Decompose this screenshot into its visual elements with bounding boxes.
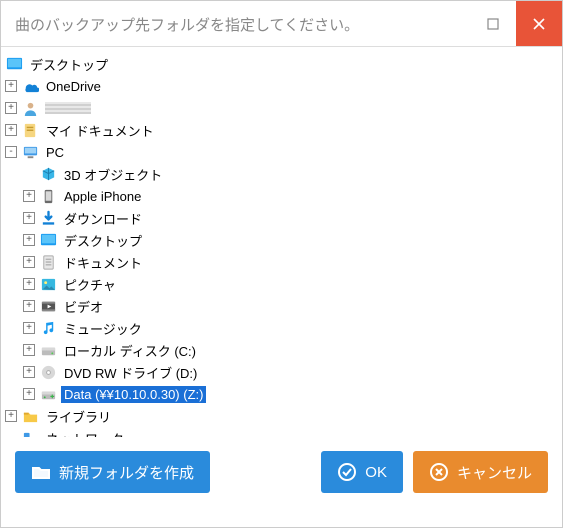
expand-toggle[interactable]: +	[5, 124, 17, 136]
tree-row[interactable]: + デスクトップ	[5, 229, 558, 251]
onedrive-icon	[21, 78, 39, 95]
tree-row[interactable]: + ピクチャ	[5, 273, 558, 295]
expand-toggle[interactable]: +	[5, 102, 17, 114]
dvd-icon	[39, 364, 57, 381]
expand-toggle[interactable]: -	[5, 146, 17, 158]
tree-row[interactable]: ネットワーク	[5, 427, 558, 437]
tree-label: ネットワーク	[43, 428, 127, 438]
tree-row[interactable]: +	[5, 97, 558, 119]
tree-row[interactable]: + ビデオ	[5, 295, 558, 317]
tree-row[interactable]: + ローカル ディスク (C:)	[5, 339, 558, 361]
new-folder-button[interactable]: 新規フォルダを作成	[15, 451, 210, 493]
tree-row[interactable]: + OneDrive	[5, 75, 558, 97]
tree-label: マイ ドキュメント	[43, 120, 157, 141]
minimize-button[interactable]	[470, 1, 516, 46]
expand-toggle[interactable]: +	[23, 300, 35, 312]
tree-row[interactable]: 3D オブジェクト	[5, 163, 558, 185]
folder-plus-icon	[31, 462, 51, 482]
expand-toggle[interactable]: +	[23, 234, 35, 246]
expand-toggle[interactable]: +	[23, 344, 35, 356]
cancel-button[interactable]: キャンセル	[413, 451, 548, 493]
tree-row[interactable]: + マイ ドキュメント	[5, 119, 558, 141]
expand-toggle[interactable]: +	[5, 410, 17, 422]
tree-label: ダウンロード	[61, 208, 145, 229]
expand-toggle[interactable]: +	[5, 80, 17, 92]
user-icon	[21, 100, 39, 117]
music-icon	[39, 320, 57, 337]
pic-icon	[39, 276, 57, 293]
tree-label: ドキュメント	[61, 252, 145, 273]
expand-toggle[interactable]: +	[23, 256, 35, 268]
folder-tree[interactable]: デスクトップ +OneDrive++マイ ドキュメント-PC3D オブジェクト+…	[1, 47, 562, 437]
tree-label: ローカル ディスク (C:)	[61, 340, 199, 361]
title-bar: 曲のバックアップ先フォルダを指定してください。	[1, 1, 562, 47]
mydocs-icon	[21, 122, 39, 139]
tree-row[interactable]: + ライブラリ	[5, 405, 558, 427]
tree-label: デスクトップ	[27, 54, 111, 75]
phone-icon	[39, 188, 57, 205]
tree-label: Data (¥¥10.10.0.30) (Z:)	[61, 386, 206, 403]
check-circle-icon	[337, 462, 357, 482]
cube-icon	[39, 166, 57, 183]
tree-label: PC	[43, 144, 67, 161]
tree-label: 3D オブジェクト	[61, 164, 165, 185]
tree-row[interactable]: + DVD RW ドライブ (D:)	[5, 361, 558, 383]
doc-icon	[39, 254, 57, 271]
pc-icon	[21, 144, 39, 161]
expand-toggle[interactable]: +	[23, 366, 35, 378]
tree-row[interactable]: + ミュージック	[5, 317, 558, 339]
tree-label: ビデオ	[61, 296, 106, 317]
tree-label: DVD RW ドライブ (D:)	[61, 362, 200, 383]
close-button[interactable]	[516, 1, 562, 46]
expand-toggle[interactable]: +	[23, 212, 35, 224]
expand-toggle[interactable]: +	[23, 322, 35, 334]
tree-label: ピクチャ	[61, 274, 119, 295]
tree-label: ミュージック	[61, 318, 145, 339]
drive-icon	[39, 342, 57, 359]
netdrive-icon	[39, 386, 57, 403]
download-icon	[39, 210, 57, 227]
desktop-icon	[5, 56, 23, 73]
dialog-title: 曲のバックアップ先フォルダを指定してください。	[1, 1, 470, 46]
dialog-footer: 新規フォルダを作成 OK キャンセル	[1, 437, 562, 507]
ok-button[interactable]: OK	[321, 451, 403, 493]
tree-row-root[interactable]: デスクトップ	[5, 53, 558, 75]
cancel-label: キャンセル	[457, 462, 532, 483]
tree-label: OneDrive	[43, 78, 104, 95]
desktop-icon	[39, 232, 57, 249]
new-folder-label: 新規フォルダを作成	[59, 462, 194, 483]
tree-row[interactable]: + ドキュメント	[5, 251, 558, 273]
expand-toggle[interactable]: +	[23, 278, 35, 290]
video-icon	[39, 298, 57, 315]
tree-label: デスクトップ	[61, 230, 145, 251]
x-circle-icon	[429, 462, 449, 482]
expand-toggle[interactable]: +	[23, 190, 35, 202]
network-icon	[21, 430, 39, 438]
expand-toggle[interactable]: +	[23, 388, 35, 400]
tree-label-obscured	[45, 102, 91, 114]
tree-row[interactable]: + Data (¥¥10.10.0.30) (Z:)	[5, 383, 558, 405]
tree-row[interactable]: + ダウンロード	[5, 207, 558, 229]
tree-label: ライブラリ	[43, 406, 114, 427]
tree-row[interactable]: - PC	[5, 141, 558, 163]
tree-row[interactable]: + Apple iPhone	[5, 185, 558, 207]
square-icon	[487, 18, 499, 30]
ok-label: OK	[365, 464, 387, 481]
tree-label: Apple iPhone	[61, 188, 144, 205]
libfolder-icon	[21, 408, 39, 425]
close-icon	[533, 18, 545, 30]
